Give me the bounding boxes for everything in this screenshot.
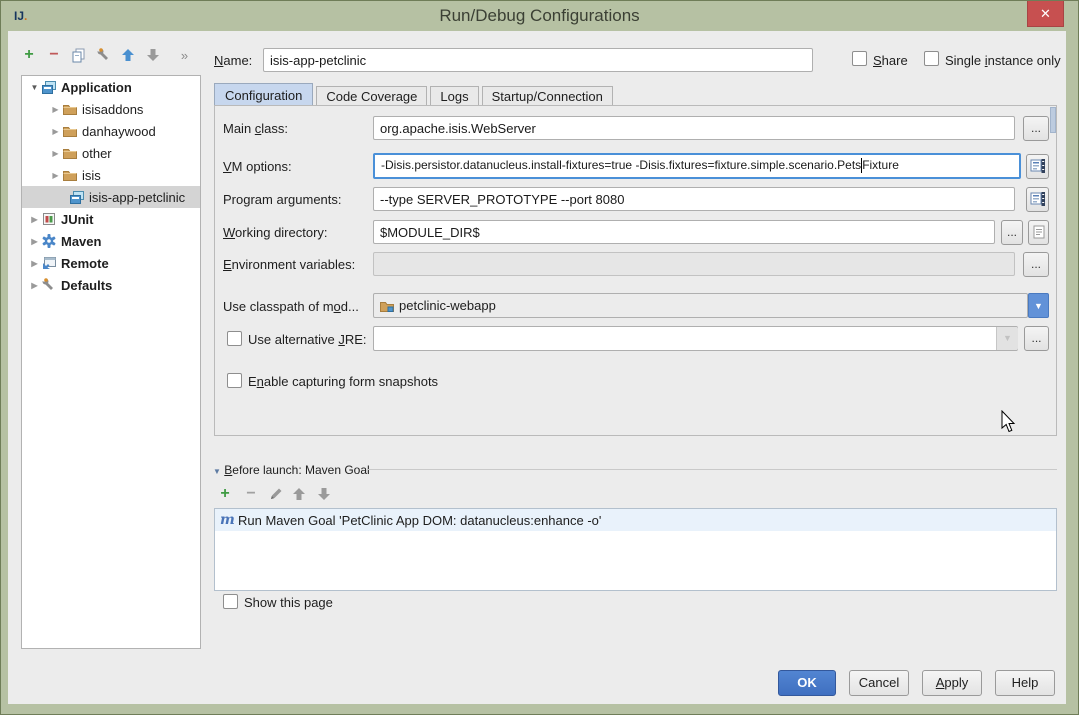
apply-button[interactable]: Apply [922,670,982,696]
tree-item-defaults[interactable]: ▶ Defaults [22,274,200,296]
main-class-input[interactable] [373,116,1015,140]
environment-variables-label: Environment variables: [223,257,355,272]
close-icon[interactable]: ✕ [1027,1,1064,27]
junit-icon [41,211,57,227]
module-icon [379,298,395,314]
program-arguments-label: Program arguments: [223,192,342,207]
tree-item-isis-app-petclinic[interactable]: isis-app-petclinic [22,186,200,208]
share-label: Share [873,53,908,68]
tree-item-remote[interactable]: ▶ Remote [22,252,200,274]
application-icon [41,79,57,95]
run-debug-configurations-dialog: IJ. Run/Debug Configurations ✕ + − » Nam… [0,0,1079,715]
tab-code-coverage[interactable]: Code Coverage [316,86,427,107]
vm-options-label: VM options: [223,159,292,174]
tree-item-danhaywood[interactable]: ▶ danhaywood [22,120,200,142]
wrench-icon [41,277,57,293]
working-directory-browse-button[interactable]: ... [1001,220,1023,245]
tree-item-isis[interactable]: ▶ isis [22,164,200,186]
move-up-icon[interactable] [120,47,138,65]
show-this-page-checkbox[interactable] [223,594,238,609]
remote-icon [41,255,57,271]
tree-item-other[interactable]: ▶ other [22,142,200,164]
mouse-cursor [1001,410,1017,434]
alternative-jre-combobox[interactable]: ▼ [373,326,1018,351]
before-launch-edit-pencil-icon[interactable] [268,486,286,504]
expand-arrow-icon[interactable]: ▶ [49,105,62,114]
environment-variables-browse-button[interactable]: ... [1023,252,1049,277]
remove-configuration-icon[interactable]: − [45,46,63,64]
folder-icon [62,101,78,117]
list-item-maven-goal[interactable]: m Run Maven Goal 'PetClinic App DOM: dat… [215,509,1056,531]
program-arguments-expand-button[interactable] [1026,187,1049,212]
before-launch-move-down-icon[interactable] [316,486,334,504]
tree-item-maven[interactable]: ▶ Maven [22,230,200,252]
maven-goal-icon: m [220,512,238,528]
move-down-icon[interactable] [145,47,163,65]
dialog-title: Run/Debug Configurations [1,1,1078,31]
configurations-tree: ▼ Application ▶ isisaddons ▶ danhaywood … [21,75,201,649]
single-instance-checkbox[interactable] [924,51,939,66]
help-button[interactable]: Help [995,670,1055,696]
vm-options-expand-button[interactable] [1026,154,1049,179]
scrollbar-thumb[interactable] [1050,107,1056,133]
ok-button[interactable]: OK [778,670,836,696]
program-arguments-input[interactable] [373,187,1015,211]
classpath-dropdown-button[interactable]: ▼ [1028,293,1049,318]
maven-icon [41,233,57,249]
before-launch-add-icon[interactable]: + [216,485,234,503]
form-snapshots-label: Enable capturing form snapshots [248,374,438,389]
classpath-module-combobox[interactable]: petclinic-webapp [373,293,1028,318]
main-class-label: Main class: [223,121,288,136]
expand-arrow-icon[interactable]: ▼ [28,83,41,92]
tree-item-application[interactable]: ▼ Application [22,76,200,98]
settings-tabbar: Configuration Code Coverage Logs Startup… [214,83,616,107]
alternative-jre-label: Use alternative JRE: [248,332,367,347]
form-snapshots-checkbox[interactable] [227,373,242,388]
main-class-browse-button[interactable]: ... [1023,116,1049,141]
collapse-arrow-icon[interactable]: ▼ [213,467,221,476]
tab-startup-connection[interactable]: Startup/Connection [482,86,613,107]
working-directory-input[interactable] [373,220,995,244]
working-directory-label: Working directory: [223,225,328,240]
name-input[interactable] [263,48,813,72]
share-checkbox[interactable] [852,51,867,66]
folder-icon [62,167,78,183]
copy-configuration-icon[interactable] [71,47,89,65]
before-launch-move-up-icon[interactable] [291,486,309,504]
more-actions-chevron-icon[interactable]: » [175,47,193,65]
environment-variables-input[interactable] [373,252,1015,276]
expand-arrow-icon[interactable]: ▶ [28,281,41,290]
before-launch-header[interactable]: ▼ Before launch: Maven Goal [213,463,370,477]
edit-defaults-wrench-icon[interactable] [96,47,114,65]
single-instance-label: Single instance only [945,53,1061,68]
expand-arrow-icon[interactable]: ▶ [49,127,62,136]
alternative-jre-checkbox[interactable] [227,331,242,346]
before-launch-task-list: m Run Maven Goal 'PetClinic App DOM: dat… [214,508,1057,591]
tree-item-isisaddons[interactable]: ▶ isisaddons [22,98,200,120]
folder-icon [62,145,78,161]
expand-arrow-icon[interactable]: ▶ [28,215,41,224]
application-icon [69,189,85,205]
tab-logs[interactable]: Logs [430,86,478,107]
alternative-jre-browse-button[interactable]: ... [1024,326,1049,351]
before-launch-remove-icon[interactable]: − [242,485,260,503]
tree-item-junit[interactable]: ▶ JUnit [22,208,200,230]
expand-arrow-icon[interactable]: ▶ [28,259,41,268]
add-configuration-icon[interactable]: + [20,46,38,64]
use-classpath-label: Use classpath of mod... [223,299,359,314]
jre-dropdown-button[interactable]: ▼ [996,327,1018,350]
vm-options-input[interactable]: -Disis.persistor.datanucleus.install-fix… [373,153,1021,179]
expand-arrow-icon[interactable]: ▶ [49,149,62,158]
folder-icon [62,123,78,139]
working-directory-macro-button[interactable] [1028,220,1049,245]
section-divider [367,469,1057,470]
cancel-button[interactable]: Cancel [849,670,909,696]
expand-arrow-icon[interactable]: ▶ [49,171,62,180]
show-this-page-label: Show this page [244,595,333,610]
expand-arrow-icon[interactable]: ▶ [28,237,41,246]
name-label: Name: [214,53,252,68]
tab-configuration[interactable]: Configuration [214,83,313,107]
